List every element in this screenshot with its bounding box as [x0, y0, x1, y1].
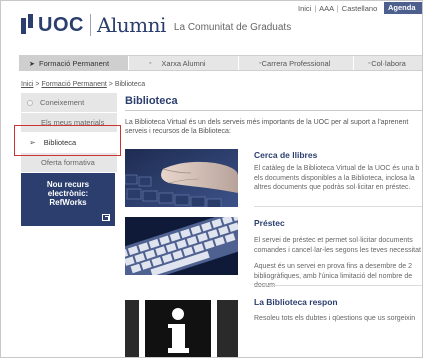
logo-divider	[89, 14, 91, 36]
uoc-logo-icon	[21, 14, 35, 36]
section-heading-respon[interactable]: La Biblioteca respon	[254, 297, 338, 307]
section-text-cerca: El catàleg de la Biblioteca Virtual de l…	[254, 164, 422, 193]
utility-links: Inici | AAA | Castellano	[298, 4, 377, 13]
breadcrumb-separator: >	[108, 81, 113, 88]
breadcrumb-formacio[interactable]: Formació Permanent	[41, 81, 106, 88]
language-link[interactable]: Castellano	[342, 4, 377, 13]
section-line: bibliogràfiques, amb l'única limitació d…	[254, 272, 413, 290]
logo-alumni-text: Alumni	[96, 13, 166, 37]
site-logo[interactable]: UOC Alumni La Comunitat de Graduats	[21, 13, 291, 37]
accessibility-link[interactable]: AAA	[319, 4, 334, 13]
section-line: El servei de préstec et permet sol·licit…	[254, 237, 413, 244]
biblioteca-respon-image	[125, 296, 238, 357]
selection-highlight	[14, 125, 121, 156]
promo-line: Nou recurs	[46, 180, 90, 189]
section-line: Resoleu tots els dubtes i qüestions que …	[254, 315, 416, 322]
section-text-prestec-note: Aquest és un servei en prova fins a dese…	[254, 262, 422, 291]
home-link[interactable]: Inici	[298, 4, 311, 13]
separator: |	[314, 4, 317, 13]
title-divider	[125, 110, 422, 111]
section-line: El catàleg de la Biblioteca Virtual de l…	[254, 165, 420, 172]
bullet-icon: ◦	[259, 60, 262, 67]
section-text-prestec: El servei de préstec et permet sol·licit…	[254, 236, 422, 255]
section-divider	[254, 206, 422, 207]
prestec-image	[125, 217, 238, 275]
section-heading-cerca[interactable]: Cerca de llibres	[254, 150, 317, 160]
tab-carrera-professional[interactable]: ◦ Carrera Professional	[239, 56, 354, 70]
external-link-icon	[102, 214, 110, 221]
tab-formacio-permanent[interactable]: ➤ Formació Permanent	[19, 56, 129, 70]
breadcrumb-current: Biblioteca	[114, 81, 146, 88]
separator: |	[336, 4, 339, 13]
intro-text: La Biblioteca Virtual és un dels serveis…	[125, 118, 422, 136]
section-text-respon: Resoleu tots els dubtes i qüestions que …	[254, 314, 422, 324]
section-divider	[254, 285, 422, 286]
section-heading-prestec[interactable]: Préstec	[254, 218, 285, 228]
bullet-icon: ◦	[368, 60, 371, 67]
section-line: altres documents que podràs sol·licitar …	[254, 184, 411, 191]
tab-label: Col·labora	[371, 58, 406, 68]
section-line: els documents disponibles a la Bibliotec…	[254, 174, 415, 182]
intro-line: La Biblioteca Virtual és un dels serveis…	[125, 119, 409, 126]
section-line: comandes i cancel·lar-les segons les tev…	[254, 246, 421, 254]
refworks-promo[interactable]: Nou recurs electrònic: RefWorks	[21, 173, 115, 226]
cerca-llibres-image	[125, 149, 238, 207]
bullet-icon	[27, 99, 33, 106]
agenda-button[interactable]: Agenda	[384, 2, 422, 14]
tab-xarxa-alumni[interactable]: ◦ Xarxa Alumni	[129, 56, 239, 70]
logo-uoc-text: UOC	[38, 13, 84, 36]
sidebar-item-label: Oferta formativa	[41, 158, 95, 167]
breadcrumb: Inici > Formació Permanent > Biblioteca	[21, 81, 145, 88]
breadcrumb-home[interactable]: Inici	[21, 81, 33, 88]
sidebar-item-coneixement[interactable]: Coneixement	[21, 93, 117, 113]
sidebar-item-oferta[interactable]: Oferta formativa	[21, 153, 117, 173]
site-tagline: La Comunitat de Graduats	[173, 21, 292, 33]
tab-label: Xarxa Alumni	[161, 58, 206, 68]
promo-line: electrònic:	[47, 189, 89, 198]
sidebar-item-label: Coneixement	[40, 98, 85, 107]
tab-label: Carrera Professional	[261, 58, 331, 68]
page-title: Biblioteca	[125, 95, 178, 107]
intro-line: serveis i recursos de la Biblioteca:	[125, 128, 231, 135]
bullet-icon: ◦	[149, 60, 152, 67]
breadcrumb-separator: >	[35, 81, 40, 88]
page-frame: Inici | AAA | Castellano Agenda UOC Alum…	[0, 0, 423, 358]
main-nav: ➤ Formació Permanent ◦ Xarxa Alumni ◦ Ca…	[19, 55, 422, 71]
section-line: Aquest és un servei en prova fins a dese…	[254, 263, 412, 270]
promo-line: RefWorks	[49, 198, 87, 207]
tab-collabora[interactable]: ◦ Col·labora	[354, 56, 422, 70]
arrow-right-icon: ➤	[29, 61, 35, 68]
tab-label: Formació Permanent	[39, 58, 110, 68]
